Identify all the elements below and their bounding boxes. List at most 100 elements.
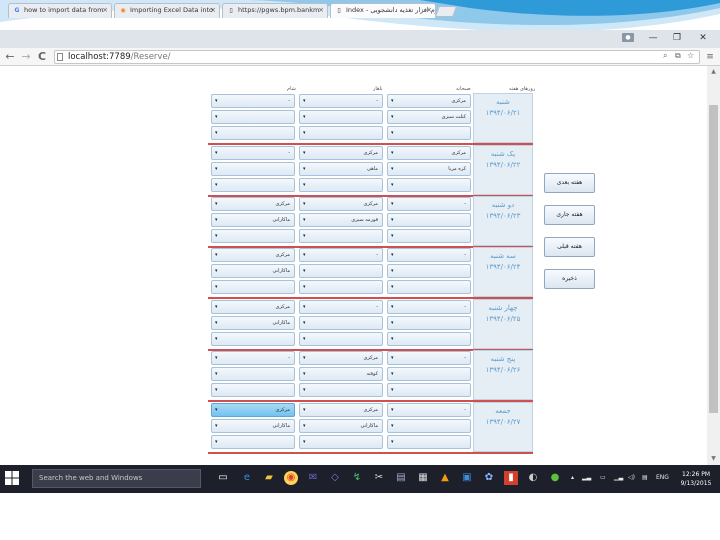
breakfast-select[interactable]: ▾ bbox=[387, 435, 471, 449]
breakfast-select[interactable]: ▾ کتلت سبزی bbox=[387, 110, 471, 124]
mail-icon[interactable]: ✉ bbox=[306, 471, 320, 485]
breakfast-select[interactable]: ▾ کره مربا bbox=[387, 162, 471, 176]
dinner-select[interactable]: ▾ مرکزی bbox=[211, 248, 295, 262]
save-button[interactable]: ذخیره bbox=[544, 269, 595, 289]
lunch-select[interactable]: ▾ ماهی bbox=[299, 162, 383, 176]
taskbar-search-input[interactable]: Search the web and Windows bbox=[32, 469, 201, 488]
dinner-select[interactable]: ▾ bbox=[211, 110, 295, 124]
taskbar-clock[interactable]: 12:26 PM 9/13/2015 bbox=[676, 470, 716, 488]
dinner-select[interactable]: ▾ - bbox=[211, 351, 295, 365]
breakfast-select[interactable]: ▾ bbox=[387, 367, 471, 381]
lunch-select[interactable]: ▾ مرکزی bbox=[299, 351, 383, 365]
reload-button[interactable]: C bbox=[35, 49, 49, 65]
lunch-select[interactable]: ▾ مرکزی bbox=[299, 403, 383, 417]
dinner-select[interactable]: ▾ ماکارانی bbox=[211, 316, 295, 330]
tools-icon[interactable]: ✂ bbox=[372, 471, 386, 485]
chrome-browser-icon[interactable]: ◉ bbox=[284, 471, 298, 485]
translate-icon[interactable]: ⧉ bbox=[675, 51, 681, 61]
breakfast-select[interactable]: ▾ bbox=[387, 332, 471, 346]
window-close-button[interactable]: ✕ bbox=[694, 31, 712, 45]
language-indicator[interactable]: ENG bbox=[656, 473, 669, 483]
menu-button[interactable]: ≡ bbox=[703, 49, 717, 65]
paint-icon[interactable]: ◐ bbox=[526, 471, 540, 485]
lunch-select[interactable]: ▾ bbox=[299, 280, 383, 294]
lunch-select[interactable]: ▾ bbox=[299, 178, 383, 192]
forward-button[interactable]: → bbox=[19, 49, 33, 65]
user-profile-icon[interactable]: ● bbox=[622, 33, 634, 42]
scroll-up-arrow-icon[interactable]: ▲ bbox=[707, 66, 720, 78]
dinner-select[interactable]: ▾ ماکارانی bbox=[211, 264, 295, 278]
lunch-select[interactable]: ▾ bbox=[299, 264, 383, 278]
dinner-select[interactable]: ▾ مرکزی bbox=[211, 197, 295, 211]
dinner-select[interactable]: ▾ bbox=[211, 229, 295, 243]
server-icon[interactable]: ▤ bbox=[394, 471, 408, 485]
lunch-select[interactable]: ▾ bbox=[299, 229, 383, 243]
settings-icon[interactable]: ✿ bbox=[482, 471, 496, 485]
notifications-icon[interactable]: ▤ bbox=[642, 473, 648, 483]
dinner-select[interactable]: ▾ - bbox=[211, 94, 295, 108]
lunch-select[interactable]: ▾ bbox=[299, 435, 383, 449]
lunch-select[interactable]: ▾ قورمه سبزی bbox=[299, 213, 383, 227]
close-icon[interactable]: × bbox=[318, 4, 324, 17]
browser-tab-2[interactable]: ◉ Importing Excel Data into × bbox=[114, 3, 220, 18]
back-button[interactable]: ← bbox=[3, 49, 17, 65]
dinner-select[interactable]: ▾ مرکزی bbox=[211, 300, 295, 314]
breakfast-select[interactable]: ▾ bbox=[387, 264, 471, 278]
vlc-icon[interactable]: ▲ bbox=[438, 471, 452, 485]
dinner-select[interactable]: ▾ bbox=[211, 367, 295, 381]
zoom-icon[interactable]: ⌕ bbox=[663, 51, 667, 61]
network-tray-icon[interactable]: ▂▃ bbox=[582, 473, 591, 483]
breakfast-select[interactable]: ▾ bbox=[387, 419, 471, 433]
dinner-select[interactable]: ▾ bbox=[211, 332, 295, 346]
breakfast-select[interactable]: ▾ bbox=[387, 213, 471, 227]
breakfast-select[interactable]: ▾ مرکزی bbox=[387, 94, 471, 108]
lunch-select[interactable]: ▾ bbox=[299, 110, 383, 124]
browser-tab-3[interactable]: ▯ https://pgws.bpm.bankm × bbox=[222, 3, 328, 18]
dinner-select[interactable]: ▾ ماکارانی bbox=[211, 419, 295, 433]
signal-icon[interactable]: ▁▃ bbox=[614, 473, 623, 483]
close-icon[interactable]: × bbox=[210, 4, 216, 17]
dinner-select[interactable]: ▾ مرکزی bbox=[211, 403, 295, 417]
scroll-down-arrow-icon[interactable]: ▼ bbox=[707, 453, 720, 465]
monitor-icon[interactable]: ▣ bbox=[460, 471, 474, 485]
lunch-select[interactable]: ▾ - bbox=[299, 300, 383, 314]
breakfast-select[interactable]: ▾ مرکزی bbox=[387, 146, 471, 160]
lunch-select[interactable]: ▾ bbox=[299, 126, 383, 140]
task-view-icon[interactable]: ▭ bbox=[216, 471, 230, 485]
dinner-select[interactable]: ▾ bbox=[211, 435, 295, 449]
lunch-select[interactable]: ▾ مرکزی bbox=[299, 197, 383, 211]
breakfast-select[interactable]: ▾ - bbox=[387, 197, 471, 211]
dinner-select[interactable]: ▾ bbox=[211, 126, 295, 140]
breakfast-select[interactable]: ▾ bbox=[387, 280, 471, 294]
lunch-select[interactable]: ▾ bbox=[299, 316, 383, 330]
browser-tab-active[interactable]: ▯ Index - نرم افزار تغذیه دانشجویی × bbox=[330, 3, 436, 18]
edge-browser-icon[interactable]: e bbox=[240, 471, 254, 485]
maximize-button[interactable]: ❐ bbox=[668, 31, 686, 45]
minimize-button[interactable]: — bbox=[644, 31, 662, 45]
app-icon[interactable]: ↯ bbox=[350, 471, 364, 485]
breakfast-select[interactable]: ▾ - bbox=[387, 351, 471, 365]
lunch-select[interactable]: ▾ مرکزی bbox=[299, 146, 383, 160]
visual-studio-icon[interactable]: ◇ bbox=[328, 471, 342, 485]
remote-desktop-icon[interactable]: ▦ bbox=[416, 471, 430, 485]
dinner-select[interactable]: ▾ bbox=[211, 280, 295, 294]
close-icon[interactable]: × bbox=[102, 4, 108, 17]
lunch-select[interactable]: ▾ - bbox=[299, 94, 383, 108]
dinner-select[interactable]: ▾ bbox=[211, 162, 295, 176]
breakfast-select[interactable]: ▾ - bbox=[387, 403, 471, 417]
address-bar-input[interactable]: localhost:7789/Reserve/ bbox=[54, 50, 700, 64]
browser-tab-1[interactable]: Ghow to import data from × bbox=[8, 3, 112, 18]
tray-chevron-icon[interactable]: ▴ bbox=[571, 473, 574, 483]
lunch-select[interactable]: ▾ - bbox=[299, 248, 383, 262]
breakfast-select[interactable]: ▾ bbox=[387, 229, 471, 243]
windows-start-icon[interactable] bbox=[4, 470, 20, 486]
dinner-select[interactable]: ▾ bbox=[211, 178, 295, 192]
office-icon[interactable]: ▮ bbox=[504, 471, 518, 485]
breakfast-select[interactable]: ▾ - bbox=[387, 300, 471, 314]
lunch-select[interactable]: ▾ کوفته bbox=[299, 367, 383, 381]
scrollbar-thumb[interactable] bbox=[709, 105, 718, 413]
close-icon[interactable]: × bbox=[426, 4, 432, 17]
lunch-select[interactable]: ▾ bbox=[299, 332, 383, 346]
breakfast-select[interactable]: ▾ bbox=[387, 126, 471, 140]
breakfast-select[interactable]: ▾ bbox=[387, 316, 471, 330]
